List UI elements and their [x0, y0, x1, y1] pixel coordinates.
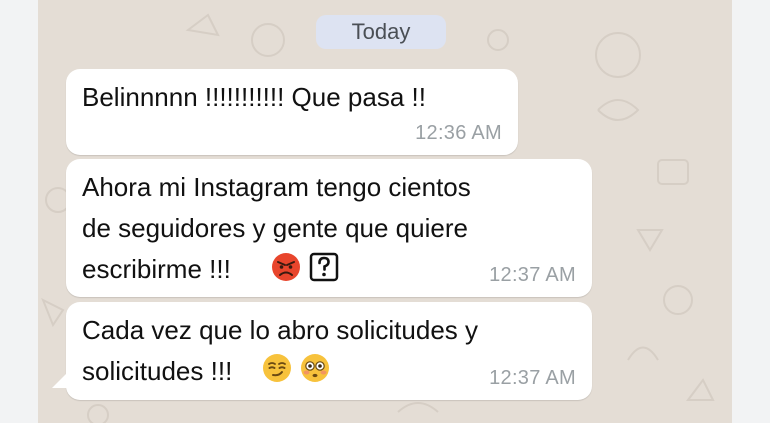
emoji-row: [262, 353, 330, 383]
flushed-face-icon: [301, 354, 329, 382]
message-bubble[interactable]: Belinnnnn !!!!!!!!!!! Que pasa !! 12:36 …: [66, 69, 518, 155]
angry-face-icon: [272, 253, 300, 281]
message-bubble[interactable]: Cada vez que lo abro solicitudes y solic…: [66, 302, 592, 400]
message-bubble[interactable]: Ahora mi Instagram tengo cientos de segu…: [66, 159, 592, 297]
message-timestamp: 12:37 AM: [489, 367, 576, 389]
question-box-icon: [309, 252, 339, 282]
bubble-tail: [52, 370, 70, 388]
smirking-face-icon: [263, 354, 291, 382]
app-frame: Today Belinnnnn !!!!!!!!!!! Que pasa !! …: [0, 0, 770, 423]
message-timestamp: 12:37 AM: [489, 264, 576, 286]
message-text: Belinnnnn !!!!!!!!!!! Que pasa !!: [82, 82, 426, 112]
chat-area[interactable]: Today Belinnnnn !!!!!!!!!!! Que pasa !! …: [38, 0, 732, 423]
emoji-row: [271, 252, 339, 282]
date-separator: Today: [316, 15, 446, 49]
message-timestamp: 12:36 AM: [415, 122, 502, 144]
